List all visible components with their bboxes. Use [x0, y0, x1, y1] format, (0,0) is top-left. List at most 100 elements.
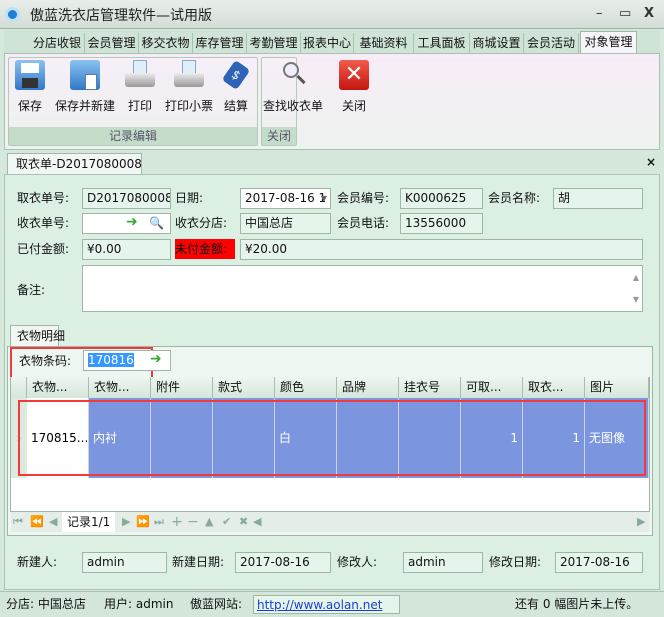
maximize-button[interactable]: ▭ [619, 6, 631, 21]
hscroll-left-icon[interactable]: ◀ [253, 512, 261, 532]
nav-up-icon[interactable]: ▲ [205, 512, 213, 532]
barcode-value: 170816 [88, 353, 134, 367]
price-tag-icon: $ [221, 60, 251, 90]
close-document-button[interactable]: ✕ 关闭 [335, 60, 373, 114]
tab-store-cashier[interactable]: 分店收银 [30, 33, 85, 53]
tab-basic-data[interactable]: 基础资料 [354, 33, 414, 53]
grid-header[interactable]: 款式 [213, 377, 275, 398]
nav-confirm-icon[interactable]: ✔ [222, 512, 231, 532]
checkout-button[interactable]: $ 结算 [219, 60, 253, 114]
creator-field[interactable]: admin [82, 552, 167, 573]
tab-inventory[interactable]: 库存管理 [193, 33, 247, 53]
grid-header[interactable]: 可取... [461, 377, 523, 398]
grid-header[interactable]: 图片 [585, 377, 649, 398]
nav-last-icon[interactable]: ⏭ [154, 512, 164, 532]
search-icon[interactable]: 🔍 [149, 214, 164, 233]
remark-label: 备注: [17, 283, 46, 297]
created-field[interactable]: 2017-08-16 [235, 552, 331, 573]
window-title: 傲蓝洗衣店管理软件—试用版 [30, 8, 212, 24]
tab-reports[interactable]: 报表中心 [301, 33, 354, 53]
created-label: 新建日期: [172, 555, 225, 569]
member-name-field[interactable]: 胡 [553, 188, 643, 209]
nav-add-icon[interactable]: + [171, 512, 183, 532]
nav-next-icon[interactable]: ▶ [122, 512, 130, 532]
find-receipt-label: 查找收衣单 [262, 99, 323, 113]
tab-attendance[interactable]: 考勤管理 [247, 33, 301, 53]
order-no-field[interactable]: D2017080008 [82, 188, 171, 209]
app-logo-icon [5, 7, 20, 22]
branch-field[interactable]: 中国总店 [240, 213, 331, 234]
grid-header[interactable]: 衣物... [27, 377, 89, 398]
member-no-label: 会员编号: [337, 191, 390, 205]
printer-icon [174, 60, 204, 90]
receive-no-field[interactable]: ➜ 🔍 [82, 213, 171, 234]
tab-members[interactable]: 会员管理 [85, 33, 139, 53]
unpaid-field[interactable]: ¥20.00 [240, 239, 643, 260]
chevron-down-icon[interactable]: ▼ [321, 189, 327, 208]
grid-header[interactable]: 挂衣号 [399, 377, 461, 398]
printer-icon [125, 60, 155, 90]
phone-field[interactable]: 13556000 [400, 213, 483, 234]
nav-cancel-icon[interactable]: ✖ [239, 512, 248, 532]
print-label: 打印 [127, 99, 152, 113]
scroll-down-icon[interactable]: ▼ [633, 290, 639, 309]
print-button[interactable]: 打印 [123, 60, 157, 114]
save-label: 保存 [17, 99, 42, 113]
branch-label: 收衣分店: [175, 216, 228, 230]
website-link[interactable]: http://www.aolan.net [253, 595, 400, 614]
modifier-label: 修改人: [337, 555, 378, 569]
order-no-label: 取衣单号: [17, 191, 70, 205]
print-receipt-button[interactable]: 打印小票 [162, 60, 216, 114]
arrow-right-icon[interactable]: ➜ [150, 351, 162, 369]
arrow-right-icon[interactable]: ➜ [126, 214, 138, 232]
grid-header[interactable]: 品牌 [337, 377, 399, 398]
nav-prev-icon[interactable]: ◀ [49, 512, 57, 532]
minimize-button[interactable]: – [596, 6, 603, 21]
remark-textarea[interactable]: ▲ ▼ [82, 265, 643, 312]
barcode-input[interactable]: 170816 ➜ [83, 350, 171, 371]
date-picker[interactable]: 2017-08-16 1 ▼ [240, 188, 331, 209]
find-receipt-button[interactable]: 查找收衣单 [258, 60, 328, 114]
barcode-label: 衣物条码: [19, 354, 72, 368]
save-button[interactable]: 保存 [13, 60, 47, 114]
tab-mall-settings[interactable]: 商城设置 [470, 33, 524, 53]
document-tab[interactable]: 取衣单-D2017080008 [7, 153, 142, 175]
scroll-up-icon[interactable]: ▲ [633, 268, 639, 287]
hscroll-right-icon[interactable]: ▶ [637, 512, 645, 532]
highlight-row [18, 400, 646, 476]
grid-header[interactable]: 附件 [151, 377, 213, 398]
close-window-button[interactable]: X [644, 6, 654, 21]
grid-header[interactable]: 颜色 [275, 377, 337, 398]
red-x-icon: ✕ [339, 60, 369, 90]
save-and-new-button[interactable]: 保存并新建 [52, 60, 118, 114]
nav-record-label: 记录1/1 [62, 512, 116, 532]
checkout-label: 结算 [223, 99, 248, 113]
receive-no-label: 收衣单号: [17, 216, 70, 230]
ribbon-group-label: 关闭 [262, 127, 296, 145]
status-site-label: 傲蓝网站: [190, 597, 243, 611]
member-name-label: 会员名称: [488, 191, 541, 205]
unpaid-label: 未付金额: [175, 239, 235, 259]
grid-header[interactable]: 取衣... [523, 377, 585, 398]
floppy-disk-icon [15, 60, 45, 90]
status-user: 用户: admin [104, 597, 174, 611]
nav-prev-page-icon[interactable]: ⏪ [30, 512, 44, 532]
nav-remove-icon[interactable]: − [187, 512, 199, 532]
member-no-field[interactable]: K0000625 [400, 188, 483, 209]
nav-first-icon[interactable]: ⏮ [13, 512, 23, 532]
status-branch: 分店: 中国总店 [6, 597, 86, 611]
modified-label: 修改日期: [489, 555, 542, 569]
tab-member-activity[interactable]: 会员活动 [524, 33, 579, 53]
paid-field[interactable]: ¥0.00 [82, 239, 171, 260]
tab-clothing-detail[interactable]: 衣物明细 [10, 325, 65, 347]
date-label: 日期: [175, 191, 204, 205]
tab-tools[interactable]: 工具面板 [414, 33, 470, 53]
status-upload: 还有 0 幅图片未上传。 [515, 597, 639, 611]
tab-object-management[interactable]: 对象管理 [580, 31, 637, 54]
modifier-field[interactable]: admin [403, 552, 483, 573]
tab-transfer[interactable]: 移交衣物 [139, 33, 193, 53]
modified-field[interactable]: 2017-08-16 [555, 552, 643, 573]
grid-header[interactable]: 衣物... [89, 377, 151, 398]
nav-next-page-icon[interactable]: ⏩ [136, 512, 150, 532]
close-tab-icon[interactable]: × [646, 155, 656, 169]
